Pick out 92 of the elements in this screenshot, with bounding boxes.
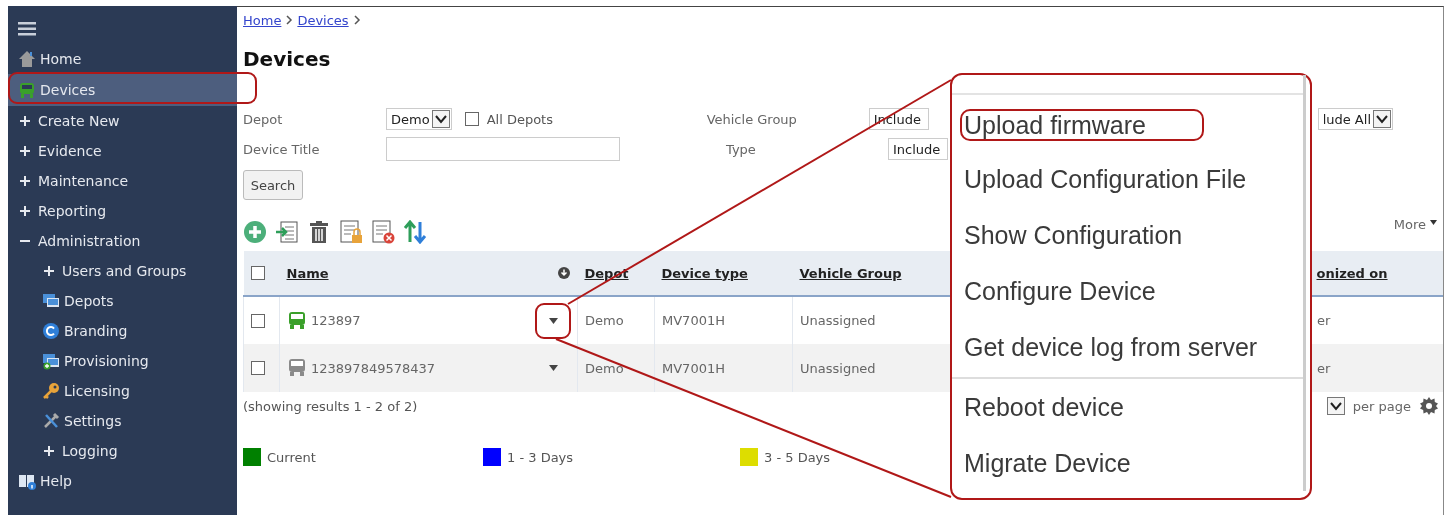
plus-icon <box>20 146 30 156</box>
more-menu[interactable]: More <box>1393 216 1437 232</box>
caret-icon <box>1430 219 1437 225</box>
sidebar-item[interactable]: Logging <box>8 436 237 466</box>
chevron-icon <box>285 15 294 25</box>
sidebar-item[interactable]: Create New <box>8 106 237 136</box>
minus-icon <box>20 240 30 242</box>
checkbox[interactable] <box>250 266 265 280</box>
menu-item[interactable]: Reboot device <box>952 379 1303 435</box>
document-remove-icon[interactable] <box>371 220 395 244</box>
menu-item[interactable]: Get device log from server <box>952 319 1303 375</box>
sidebar-item[interactable]: Devices <box>8 74 237 106</box>
book-icon <box>18 472 36 490</box>
menu-item[interactable]: Upload Configuration File <box>952 151 1303 207</box>
column-header[interactable]: onized on <box>1316 265 1388 281</box>
sidebar-item[interactable]: Provisioning <box>8 346 237 376</box>
menu-item[interactable]: Migrate Device <box>952 435 1303 491</box>
table-cell: MV7001H <box>662 313 725 328</box>
legend-label: Current <box>267 449 316 465</box>
plus-icon <box>20 176 30 186</box>
plus-icon <box>44 266 54 276</box>
download-icon <box>557 267 570 279</box>
column-header[interactable]: Device type <box>661 265 748 281</box>
checkbox[interactable] <box>464 112 479 126</box>
plus-icon <box>44 446 54 456</box>
sidebar-item[interactable]: Licensing <box>8 376 237 406</box>
settings-icon <box>1419 396 1439 416</box>
breadcrumb-link[interactable]: Devices <box>297 12 349 28</box>
legend-label: 1 - 3 Days <box>507 449 574 465</box>
chevron-down-icon <box>1329 401 1342 411</box>
table-cell: Demo <box>585 360 624 376</box>
caret-icon[interactable] <box>549 317 558 324</box>
highlight-frame <box>535 303 571 339</box>
caret-icon[interactable] <box>549 365 558 371</box>
menu-item[interactable]: Upload firmware <box>960 109 1204 141</box>
field-label: Vehicle Group <box>706 111 798 127</box>
key-icon <box>42 382 60 400</box>
table-cell: 123897849578437 <box>311 360 436 376</box>
sidebar-item[interactable]: Maintenance <box>8 166 237 196</box>
column-header[interactable]: Vehicle Group <box>799 265 902 281</box>
monitor-plus-icon <box>42 352 60 370</box>
monitor-icon <box>42 292 60 310</box>
sidebar-item[interactable]: Reporting <box>8 196 237 226</box>
sidebar-item[interactable]: Administration <box>8 226 237 256</box>
plus-icon <box>20 116 30 126</box>
legend-label: 3 - 5 Days <box>764 449 831 465</box>
sidebar-item[interactable]: Branding <box>8 316 237 346</box>
chevron-icon <box>352 15 361 25</box>
table-cell: Demo <box>585 313 624 328</box>
dropdown[interactable]: Include <box>888 138 948 160</box>
sidebar-item[interactable]: Users and Groups <box>8 256 237 286</box>
sidebar-item[interactable]: Home <box>8 44 237 74</box>
dropdown[interactable]: Demo <box>386 108 452 130</box>
input-field[interactable] <box>386 137 620 161</box>
search-button[interactable]: Search <box>243 170 303 200</box>
table-cell: er <box>1317 360 1331 376</box>
table-cell: MV7001H <box>662 360 725 376</box>
chevron-down-icon <box>1376 114 1388 124</box>
plus-icon <box>20 206 30 216</box>
column-header[interactable]: Name <box>286 265 329 281</box>
results-summary: (showing results 1 - 2 of 2) <box>243 398 418 414</box>
add-icon[interactable] <box>243 220 267 244</box>
table-cell: er <box>1317 313 1331 328</box>
tools-icon <box>42 412 60 430</box>
field-label: All Depots <box>486 111 553 127</box>
breadcrumb-link[interactable]: Home <box>243 12 282 28</box>
copyright-icon <box>42 322 60 340</box>
house-icon <box>18 50 36 68</box>
menu-item[interactable]: Show Configuration <box>952 207 1303 263</box>
per-page-label: per page <box>1352 398 1411 414</box>
field-label: Device Title <box>243 141 321 157</box>
table-cell: Unassigned <box>800 360 876 376</box>
field-label: Type <box>726 141 757 157</box>
bus-icon <box>18 81 36 99</box>
sidebar-item[interactable]: Evidence <box>8 136 237 166</box>
menu-icon <box>18 22 36 36</box>
checkbox[interactable] <box>251 361 265 375</box>
sort-arrows-icon[interactable] <box>403 220 427 244</box>
delete-icon[interactable] <box>307 220 331 244</box>
field-label: Depot <box>243 111 284 127</box>
table-cell: 123897 <box>311 313 361 328</box>
import-icon[interactable] <box>275 220 299 244</box>
checkbox[interactable] <box>251 313 265 328</box>
menu-item[interactable]: Configure Device <box>952 263 1303 319</box>
table-cell: Unassigned <box>800 313 876 328</box>
dropdown[interactable]: lude All <box>1317 108 1393 130</box>
dropdown[interactable] <box>1326 397 1345 415</box>
sidebar-item[interactable]: Depots <box>8 286 237 316</box>
chevron-down-icon <box>434 114 447 124</box>
sidebar-item[interactable]: Settings <box>8 406 237 436</box>
sidebar-item[interactable]: Help <box>8 466 237 496</box>
page-title: Devices <box>243 47 332 73</box>
